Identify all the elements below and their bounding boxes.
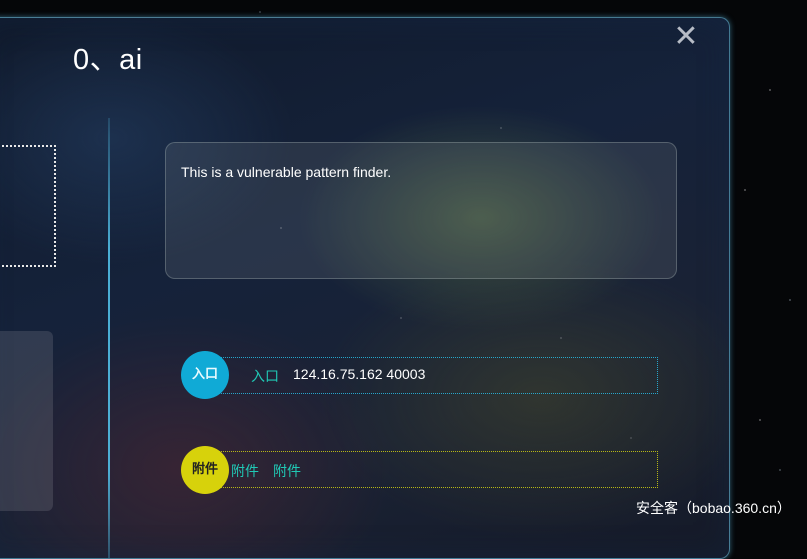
attachment-link[interactable]: 附件 xyxy=(231,461,259,481)
challenge-modal: 0、ai ✕ 外 This is a vulnerable pattern fi… xyxy=(0,17,730,559)
left-panel-box xyxy=(0,145,56,267)
challenge-description: This is a vulnerable pattern finder. xyxy=(181,164,392,180)
entry-label: 入口 xyxy=(251,369,279,385)
close-icon[interactable]: ✕ xyxy=(671,22,701,52)
entry-badge: 入口 xyxy=(181,351,229,399)
attachment-link[interactable]: 附件 xyxy=(273,461,301,481)
description-box: This is a vulnerable pattern finder. xyxy=(165,142,677,279)
entry-row: 入口 124.16.75.162 40003 xyxy=(201,357,658,394)
vertical-divider xyxy=(108,118,110,558)
watermark: 安全客（bobao.360.cn） xyxy=(636,500,791,516)
left-panel-card: 外 xyxy=(0,331,53,511)
challenge-title: 0、ai xyxy=(73,44,143,76)
attachment-row: 附件 附件 xyxy=(201,451,658,488)
attachment-badge: 附件 xyxy=(181,446,229,494)
entry-address[interactable]: 124.16.75.162 40003 xyxy=(293,366,425,382)
